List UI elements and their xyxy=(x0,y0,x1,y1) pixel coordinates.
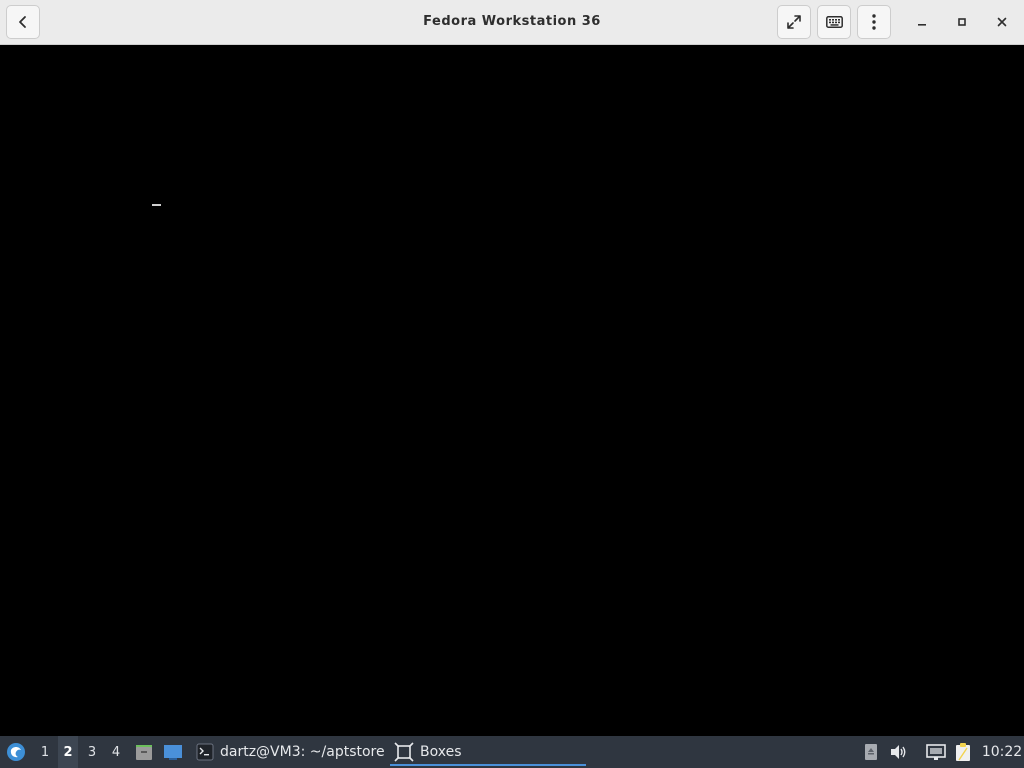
window-headerbar: Fedora Workstation 36 xyxy=(0,0,1024,45)
task-label-boxes: Boxes xyxy=(420,744,462,760)
start-menu-logo-icon xyxy=(7,743,25,761)
task-label-terminal: dartz@VM3: ~/aptstore xyxy=(220,744,385,760)
workspace-2[interactable]: 2 xyxy=(58,736,78,768)
tray-volume[interactable] xyxy=(888,736,910,768)
text-cursor xyxy=(152,204,161,206)
keyboard-icon xyxy=(825,16,843,28)
boxes-icon xyxy=(394,742,414,762)
taskbar: 1 2 3 4 dartz@VM3: ~/aptstore Boxes 10:2… xyxy=(0,736,1024,768)
workspace-3[interactable]: 3 xyxy=(82,736,102,768)
vertical-dots-icon xyxy=(872,14,876,30)
volume-icon xyxy=(891,745,906,759)
file-manager-icon xyxy=(136,745,152,760)
start-menu-button[interactable] xyxy=(4,736,28,768)
clock[interactable]: 10:22 xyxy=(980,736,1024,768)
back-button[interactable] xyxy=(6,5,40,39)
workspace-1[interactable]: 1 xyxy=(35,736,55,768)
close-button[interactable] xyxy=(991,11,1013,33)
workspace-4[interactable]: 4 xyxy=(106,736,126,768)
tray-network[interactable] xyxy=(925,736,947,768)
usb-drive-icon xyxy=(865,744,877,760)
minimize-icon xyxy=(918,24,926,26)
vm-display[interactable] xyxy=(0,46,1024,736)
minimize-button[interactable] xyxy=(911,11,933,33)
main-menu-button[interactable] xyxy=(857,5,891,39)
file-manager-launcher[interactable] xyxy=(134,736,154,768)
taskbar-task-boxes[interactable]: Boxes xyxy=(390,736,586,768)
tray-removable-drive[interactable] xyxy=(860,736,882,768)
taskbar-task-terminal[interactable]: dartz@VM3: ~/aptstore xyxy=(192,736,386,768)
desktop-icon xyxy=(164,745,182,760)
show-desktop-launcher[interactable] xyxy=(162,736,184,768)
fullscreen-button[interactable] xyxy=(777,5,811,39)
send-keys-button[interactable] xyxy=(817,5,851,39)
network-icon xyxy=(926,744,946,760)
close-icon xyxy=(997,17,1007,27)
active-task-indicator xyxy=(390,764,586,766)
terminal-icon xyxy=(196,743,214,761)
chevron-left-icon xyxy=(19,16,26,28)
fullscreen-icon xyxy=(787,15,801,29)
maximize-icon xyxy=(958,18,966,26)
maximize-button[interactable] xyxy=(951,11,973,33)
clipboard-icon xyxy=(956,743,970,761)
tray-clipboard[interactable] xyxy=(952,736,974,768)
